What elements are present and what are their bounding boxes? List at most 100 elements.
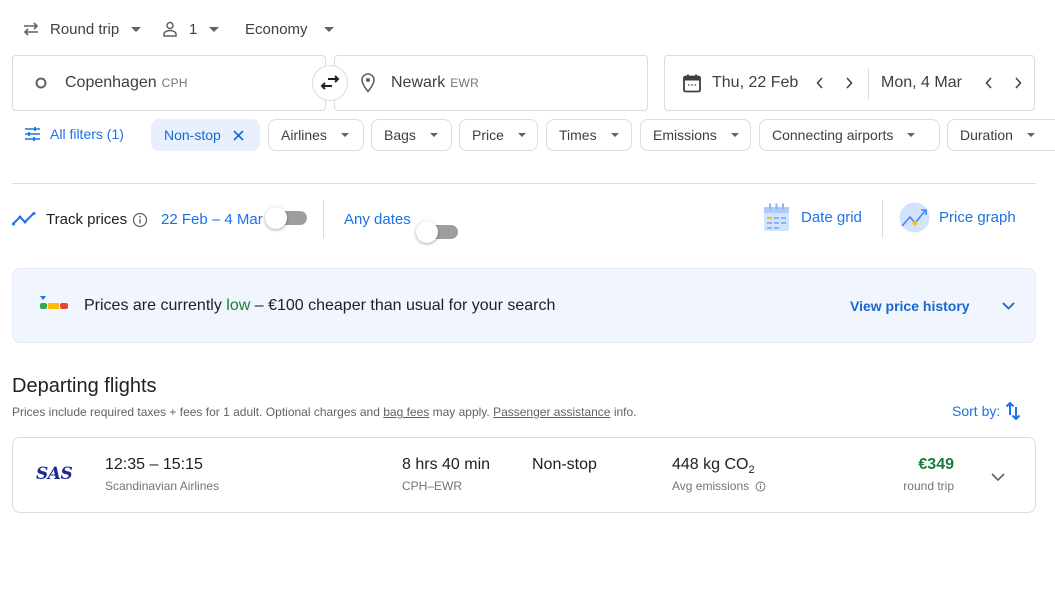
emissions-subscript: 2 (748, 464, 755, 477)
destination-code: EWR (450, 76, 480, 90)
filter-chip-airlines[interactable]: Airlines (268, 119, 364, 151)
chevron-down-icon (1026, 133, 1035, 137)
chevron-left-icon (985, 77, 993, 89)
info-icon[interactable] (132, 212, 148, 228)
filter-chip-label: Price (472, 127, 504, 143)
filter-chip-label: Duration (960, 127, 1013, 143)
airline-name: Scandinavian Airlines (105, 479, 220, 493)
price-insight-text: Prices are currently low – €100 cheaper … (84, 297, 555, 315)
swap-locations-button[interactable] (312, 65, 348, 101)
close-icon[interactable] (233, 129, 244, 141)
filter-chip-label: Times (559, 127, 597, 143)
any-dates-label[interactable]: Any dates (344, 211, 411, 228)
filter-chip-label: Non-stop (164, 127, 221, 143)
passengers-select[interactable]: 1 (163, 16, 220, 42)
section-heading: Departing flights (12, 375, 157, 397)
swap-arrows-icon (22, 21, 40, 37)
return-date[interactable]: Mon, 4 Mar (881, 74, 962, 92)
filter-chip-label: Bags (384, 127, 416, 143)
flight-result-row[interactable]: SAS 12:35 – 15:15 Scandinavian Airlines … (12, 437, 1036, 513)
destination-input[interactable]: Newark EWR (334, 55, 648, 111)
date-grid-button[interactable]: Date grid (763, 202, 862, 232)
chevron-down-icon (610, 133, 619, 137)
toggle-knob (265, 207, 287, 229)
trip-type-value: Round trip (50, 20, 120, 38)
price-graph-button[interactable]: Price graph (899, 202, 1016, 233)
price-disclaimer: Prices include required taxes + fees for… (12, 405, 637, 419)
price-level-value: low (226, 297, 251, 314)
date-grid-icon (763, 202, 790, 232)
price-graph-label: Price graph (939, 209, 1016, 226)
chevron-down-icon (907, 133, 916, 137)
chevron-down-icon (131, 26, 142, 32)
disclaimer-text: Prices include required taxes + fees for… (12, 405, 384, 419)
trip-type-select[interactable]: Round trip (22, 16, 142, 42)
price-type: round trip (903, 479, 954, 493)
prev-return-date-button[interactable] (975, 69, 1003, 97)
info-icon[interactable] (755, 481, 766, 492)
sort-by-button[interactable]: Sort by: (952, 401, 1021, 421)
cabin-class-select[interactable]: Economy (245, 16, 334, 42)
sort-arrows-icon (1005, 401, 1021, 421)
emissions-label-wrap: Avg emissions (672, 479, 766, 493)
price-insight-banner: Prices are currently low – €100 cheaper … (12, 268, 1036, 343)
filter-chip-label: Connecting airports (772, 127, 894, 143)
chevron-down-icon (323, 26, 334, 32)
price-level-icon (39, 296, 69, 310)
filter-chip-label: Emissions (653, 127, 717, 143)
filter-chip-times[interactable]: Times (546, 119, 632, 151)
chevron-right-icon (845, 77, 853, 89)
departure-date[interactable]: Thu, 22 Feb (712, 74, 798, 92)
chevron-down-icon (209, 26, 220, 32)
view-price-history-button[interactable]: View price history (850, 298, 1015, 314)
track-divider (323, 200, 324, 238)
filter-chip-non-stop[interactable]: Non-stop (151, 119, 260, 151)
bag-fees-link[interactable]: bag fees (383, 405, 429, 419)
location-pin-icon (361, 73, 375, 93)
chevron-left-icon (816, 77, 824, 89)
origin-code: CPH (161, 76, 188, 90)
flight-price: €349 (918, 456, 954, 473)
origin-city: Copenhagen (65, 74, 157, 91)
origin-input[interactable]: Copenhagen CPH (12, 55, 326, 111)
track-prices-label: Track prices (46, 211, 128, 228)
filter-chip-bags[interactable]: Bags (371, 119, 452, 151)
person-icon (163, 21, 177, 37)
swap-icon (320, 75, 340, 91)
disclaimer-text: may apply. (429, 405, 494, 419)
next-departure-date-button[interactable] (835, 69, 863, 97)
any-dates-toggle[interactable] (416, 221, 458, 243)
view-price-history-label: View price history (850, 298, 970, 314)
calendar-icon (682, 73, 702, 93)
price-graph-icon (899, 202, 930, 233)
next-return-date-button[interactable] (1004, 69, 1032, 97)
prev-departure-date-button[interactable] (806, 69, 834, 97)
track-date-range: 22 Feb – 4 Mar (161, 211, 263, 228)
chevron-right-icon (1014, 77, 1022, 89)
track-prices-toggle[interactable] (265, 207, 307, 229)
chevron-down-icon (429, 133, 438, 137)
passenger-count: 1 (189, 20, 198, 38)
filter-chip-price[interactable]: Price (459, 119, 538, 151)
filters-divider (12, 183, 1036, 184)
filter-chip-connecting-airports[interactable]: Connecting airports (759, 119, 940, 151)
disclaimer-text: info. (610, 405, 637, 419)
flight-duration: 8 hrs 40 min (402, 456, 491, 473)
expand-flight-button[interactable] (983, 462, 1013, 492)
flight-route: CPH–EWR (402, 479, 463, 493)
passenger-assistance-link[interactable]: Passenger assistance (493, 405, 610, 419)
chevron-down-icon (340, 133, 349, 137)
toggle-knob (416, 221, 438, 243)
all-filters-label: All filters (1) (50, 126, 124, 142)
origin-circle-icon (35, 77, 47, 89)
destination-city: Newark (391, 74, 446, 91)
filter-chip-duration[interactable]: Duration (947, 119, 1055, 151)
emissions-label: Avg emissions (672, 479, 750, 493)
flight-stops: Non-stop (532, 456, 597, 473)
filter-chip-emissions[interactable]: Emissions (640, 119, 751, 151)
all-filters-button[interactable]: All filters (1) (25, 126, 124, 142)
view-divider (882, 200, 883, 238)
filter-sliders-icon (25, 127, 40, 141)
emissions-value: 448 kg CO (672, 456, 749, 473)
date-picker[interactable]: Thu, 22 Feb Mon, 4 Mar (664, 55, 1035, 111)
